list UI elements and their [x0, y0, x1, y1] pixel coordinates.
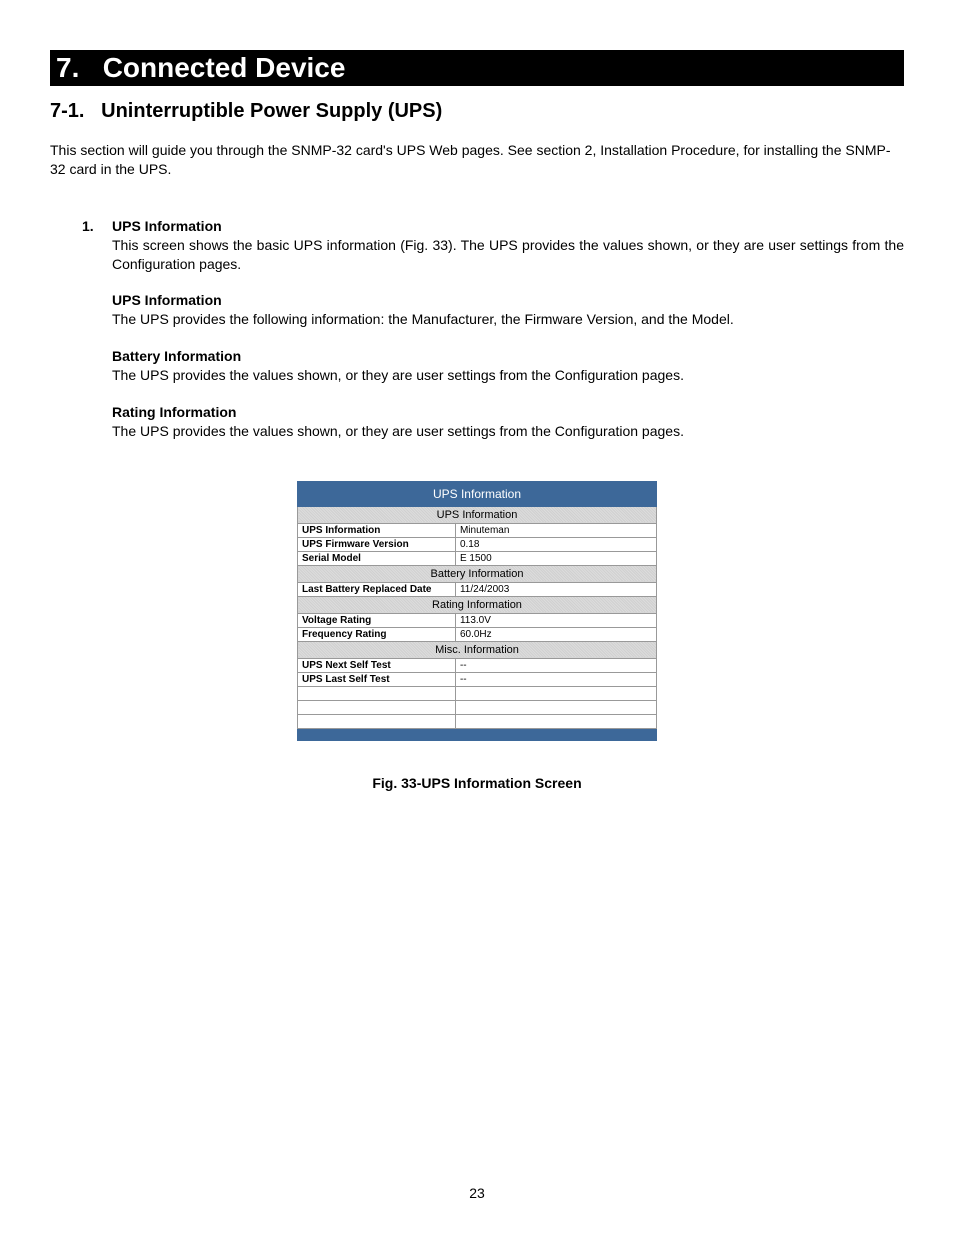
page-number: 23 — [0, 1185, 954, 1201]
figure-wrapper: UPS Information UPS Information UPS Info… — [50, 481, 904, 741]
cell-value — [455, 700, 656, 714]
chapter-header: 7. Connected Device — [50, 50, 904, 86]
cell-key — [298, 686, 456, 700]
figure-caption: Fig. 33-UPS Information Screen — [50, 775, 904, 791]
cell-value: 11/24/2003 — [455, 582, 656, 596]
cell-key: Frequency Rating — [298, 627, 456, 641]
cell-value — [455, 714, 656, 728]
cell-key: Serial Model — [298, 551, 456, 565]
table-row: UPS Last Self Test-- — [298, 672, 657, 686]
table-row: UPS Firmware Version0.18 — [298, 537, 657, 551]
table-row: Frequency Rating60.0Hz — [298, 627, 657, 641]
table-row: Serial ModelE 1500 — [298, 551, 657, 565]
list-number: 1. — [82, 217, 94, 236]
numbered-item: 1. UPS Information This screen shows the… — [50, 217, 904, 441]
table-row — [298, 714, 657, 728]
cell-key: UPS Information — [298, 523, 456, 537]
cell-value: 113.0V — [455, 613, 656, 627]
subsection-heading: Battery Information — [112, 347, 904, 366]
cell-key — [298, 714, 456, 728]
chapter-title: Connected Device — [103, 52, 346, 83]
subsection-heading: UPS Information — [112, 291, 904, 310]
subsection-body: The UPS provides the values shown, or th… — [112, 422, 904, 441]
table-group-header: UPS Information — [298, 506, 657, 523]
intro-paragraph: This section will guide you through the … — [50, 141, 904, 179]
table-row — [298, 700, 657, 714]
cell-value: -- — [455, 658, 656, 672]
section-title: Uninterruptible Power Supply (UPS) — [101, 100, 442, 122]
cell-key: Voltage Rating — [298, 613, 456, 627]
cell-key — [298, 700, 456, 714]
table-row: Last Battery Replaced Date11/24/2003 — [298, 582, 657, 596]
cell-value: 60.0Hz — [455, 627, 656, 641]
section-header: 7-1. Uninterruptible Power Supply (UPS) — [50, 100, 904, 123]
table-group-header: Rating Information — [298, 596, 657, 613]
cell-value: E 1500 — [455, 551, 656, 565]
table-row: Voltage Rating113.0V — [298, 613, 657, 627]
ups-info-table: UPS Information UPS Information UPS Info… — [297, 481, 657, 741]
chapter-number: 7. — [56, 52, 79, 83]
cell-value: Minuteman — [455, 523, 656, 537]
subsection-heading: Rating Information — [112, 403, 904, 422]
figure-footer-bar — [298, 728, 657, 740]
cell-key: UPS Last Self Test — [298, 672, 456, 686]
figure-banner: UPS Information — [298, 481, 657, 506]
table-group-header: Battery Information — [298, 565, 657, 582]
subsection-body: The UPS provides the values shown, or th… — [112, 366, 904, 385]
cell-value — [455, 686, 656, 700]
cell-key: UPS Firmware Version — [298, 537, 456, 551]
cell-value: -- — [455, 672, 656, 686]
table-row: UPS Next Self Test-- — [298, 658, 657, 672]
item-body: This screen shows the basic UPS informat… — [112, 236, 904, 274]
cell-key: UPS Next Self Test — [298, 658, 456, 672]
cell-key: Last Battery Replaced Date — [298, 582, 456, 596]
table-row: UPS InformationMinuteman — [298, 523, 657, 537]
table-group-header: Misc. Information — [298, 641, 657, 658]
subsection-body: The UPS provides the following informati… — [112, 310, 904, 329]
cell-value: 0.18 — [455, 537, 656, 551]
item-heading: UPS Information — [112, 218, 222, 234]
section-number: 7-1. — [50, 100, 84, 122]
table-row — [298, 686, 657, 700]
